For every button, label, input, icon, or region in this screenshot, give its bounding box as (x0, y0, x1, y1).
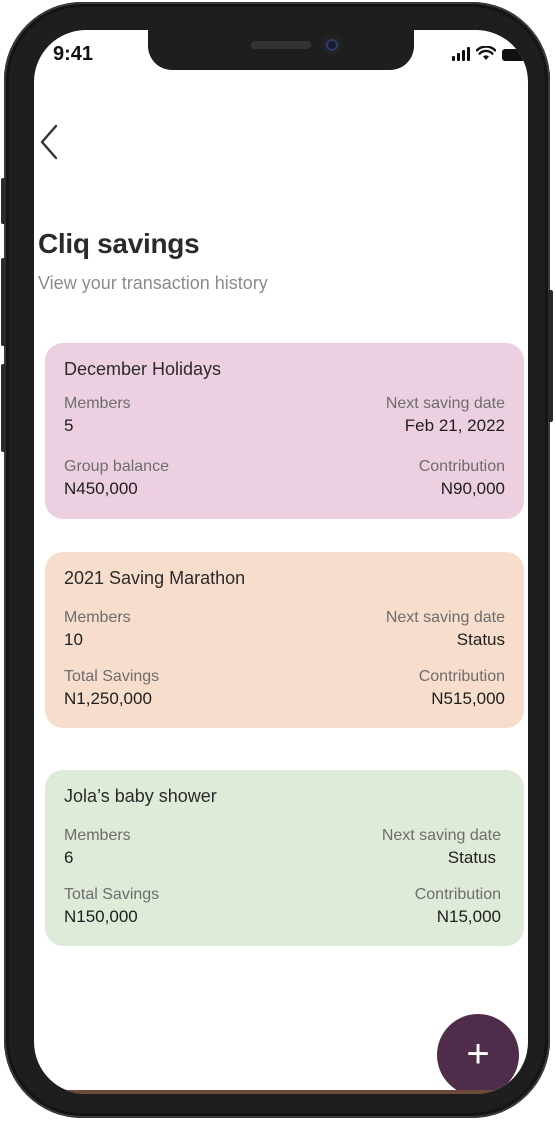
card-title: 2021 Saving Marathon (64, 568, 246, 588)
balance-value: N450,000 (64, 479, 138, 498)
members-label: Members (64, 827, 131, 844)
phone-frame: 9:41 Cliq savings View your transaction … (1, 2, 553, 1118)
mute-switch (1, 178, 6, 224)
page-subtitle: View your transaction history (38, 273, 268, 293)
total-savings-value: N1,250,000 (64, 689, 152, 708)
total-savings-label: Total Savings (64, 886, 160, 903)
speaker-grille (251, 41, 311, 49)
notch (148, 30, 414, 70)
savings-card-jolas-baby-shower[interactable]: Jola’s baby shower Members 6 Next saving… (45, 770, 524, 946)
next-saving-date-label: Next saving date (381, 827, 501, 844)
savings-card-2021-saving-marathon[interactable]: 2021 Saving Marathon Members 10 Next sav… (45, 552, 524, 728)
power-button (548, 290, 553, 422)
balance-label: Group balance (64, 458, 169, 475)
card-title: Jola’s baby shower (64, 786, 217, 806)
add-savings-button[interactable]: + (437, 1014, 519, 1094)
status-time: 9:41 (53, 43, 94, 65)
members-label: Members (64, 609, 131, 626)
status-value: Status (456, 630, 505, 649)
card-title: December Holidays (64, 359, 222, 379)
contribution-label: Contribution (418, 458, 505, 475)
contribution-value: N515,000 (431, 689, 505, 708)
members-value: 6 (64, 848, 74, 867)
bottom-edge (34, 1090, 528, 1094)
contribution-value: N15,000 (436, 907, 501, 926)
total-savings-label: Total Savings (64, 668, 160, 685)
camera-icon (322, 35, 342, 55)
members-value: 5 (64, 416, 74, 435)
volume-up-button (1, 258, 6, 346)
plus-icon: + (466, 1032, 490, 1076)
status-value: Status (447, 848, 496, 867)
next-saving-date-label: Next saving date (385, 395, 505, 412)
page-title: Cliq savings (38, 228, 200, 259)
next-saving-date-label: Next saving date (385, 609, 505, 626)
back-button[interactable] (36, 122, 66, 162)
members-value: 10 (64, 630, 83, 649)
total-savings-value: N150,000 (64, 907, 138, 926)
contribution-label: Contribution (414, 886, 501, 903)
battery-icon (502, 49, 526, 61)
savings-card-december-holidays[interactable]: December Holidays Members 5 Next saving … (45, 343, 524, 519)
screen: 9:41 Cliq savings View your transaction … (34, 30, 528, 1094)
contribution-label: Contribution (418, 668, 505, 685)
volume-down-button (1, 364, 6, 452)
wifi-icon (476, 46, 496, 60)
contribution-value: N90,000 (440, 479, 505, 498)
signal-icon (452, 47, 470, 61)
next-saving-date-value: Feb 21, 2022 (404, 416, 505, 435)
members-label: Members (64, 395, 131, 412)
chevron-left-icon (40, 124, 58, 160)
status-icons (452, 46, 526, 61)
